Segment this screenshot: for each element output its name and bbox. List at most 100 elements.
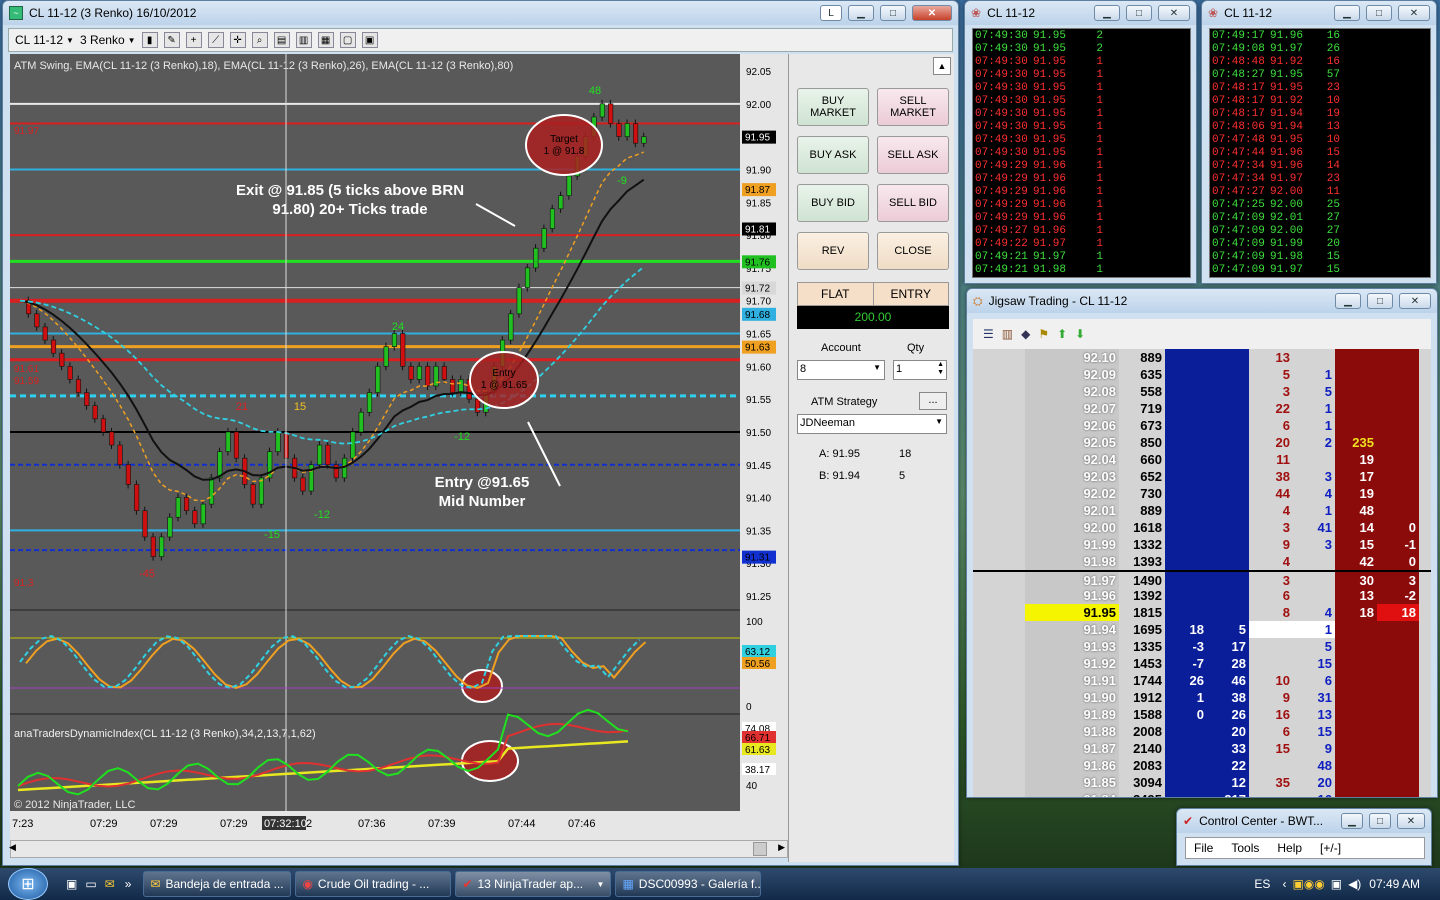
ladder-row[interactable]: 91.98 1393 4 42 0 bbox=[973, 553, 1431, 570]
ladder-cell-s2[interactable]: 48 bbox=[1293, 757, 1335, 774]
ladder-cell-s1[interactable]: 44 bbox=[1249, 485, 1293, 502]
ladder-cell-bb[interactable] bbox=[1165, 519, 1207, 536]
price-bar[interactable] bbox=[208, 477, 215, 505]
ladder-row[interactable]: 91.93 1335 -3 17 5 bbox=[973, 638, 1431, 655]
ladder-cell-s2[interactable]: 15 bbox=[1293, 655, 1335, 672]
price-bar[interactable] bbox=[350, 431, 356, 459]
atm-strategy-select[interactable]: JDNeeman ▼ bbox=[797, 414, 947, 434]
ladder-cell-bs[interactable]: 22 bbox=[1207, 757, 1249, 774]
ladder-cell-bb[interactable]: 0 bbox=[1165, 706, 1207, 723]
ladder-cell-v[interactable]: 1490 bbox=[1119, 572, 1165, 588]
ladder-cell-s2[interactable] bbox=[1293, 553, 1335, 570]
ladder-cell-bs[interactable] bbox=[1207, 434, 1249, 451]
price-bar[interactable] bbox=[142, 510, 148, 538]
ladder-cell-v[interactable]: 3094 bbox=[1119, 774, 1165, 791]
price-bar[interactable] bbox=[325, 444, 331, 466]
ladder-cell-blank[interactable] bbox=[973, 485, 1025, 502]
ladder-cell-v[interactable]: 660 bbox=[1119, 451, 1165, 468]
ladder-cell-a1[interactable] bbox=[1335, 655, 1377, 672]
ladder-cell-a2[interactable] bbox=[1377, 723, 1419, 740]
ladder-cell-bs[interactable] bbox=[1207, 468, 1249, 485]
ladder-cell-v[interactable]: 1332 bbox=[1119, 536, 1165, 553]
ladder-cell-bb[interactable] bbox=[1165, 553, 1207, 570]
ts-right-list[interactable]: 07:49:17 91.96 16 07:49:08 91.97 26 07:48:48 91… bbox=[1209, 28, 1431, 278]
price-bar[interactable] bbox=[633, 123, 639, 144]
ladder-row[interactable]: 91.99 1332 9 3 15 -1 bbox=[973, 536, 1431, 553]
close-window-button[interactable]: ✕ bbox=[1397, 813, 1425, 829]
price-bar[interactable] bbox=[258, 477, 264, 505]
ladder-cell-s2[interactable] bbox=[1293, 349, 1335, 366]
ladder-cell-v[interactable]: 719 bbox=[1119, 400, 1165, 417]
ladder-cell-s2[interactable]: 1 bbox=[1293, 400, 1335, 417]
ladder-cell-p[interactable]: 91.93 bbox=[1025, 638, 1119, 655]
ladder-cell-a1[interactable] bbox=[1335, 706, 1377, 723]
ladder-cell-s1[interactable]: 13 bbox=[1249, 349, 1293, 366]
ladder-row[interactable]: 91.94 1695 18 5 1 bbox=[973, 621, 1431, 638]
price-bar[interactable] bbox=[508, 313, 514, 341]
ladder-cell-bb[interactable] bbox=[1165, 502, 1207, 519]
ladder-cell-s2[interactable]: 1 bbox=[1293, 417, 1335, 434]
price-bar[interactable] bbox=[100, 418, 106, 433]
ladder-cell-bb[interactable] bbox=[1165, 451, 1207, 468]
ladder-cell-v[interactable]: 889 bbox=[1119, 502, 1165, 519]
ladder-row[interactable]: 91.843495 217 16 bbox=[973, 791, 1431, 797]
maximize-button[interactable]: □ bbox=[1367, 293, 1393, 309]
ladder-cell-v[interactable]: 1744 bbox=[1119, 672, 1165, 689]
ladder-cell-s1[interactable] bbox=[1249, 757, 1293, 774]
ladder-cell-p[interactable]: 91.98 bbox=[1025, 553, 1119, 570]
ladder-cell-a1[interactable] bbox=[1335, 791, 1377, 797]
ladder-cell-s1[interactable]: 10 bbox=[1249, 672, 1293, 689]
ladder-cell-s1[interactable]: 8 bbox=[1249, 604, 1293, 621]
ladder-cell-s2[interactable]: 9 bbox=[1293, 740, 1335, 757]
menu-help[interactable]: Help bbox=[1277, 841, 1302, 855]
ladder-cell-bs[interactable] bbox=[1207, 366, 1249, 383]
ladder-row[interactable]: 91.89 1588 0 26 16 13 bbox=[973, 706, 1431, 723]
scroll-left-icon[interactable]: ◀ bbox=[9, 842, 16, 853]
ladder-cell-a1[interactable]: 235 bbox=[1335, 434, 1377, 451]
price-bar[interactable] bbox=[150, 536, 156, 557]
ladder-cell-bb[interactable]: -3 bbox=[1165, 638, 1207, 655]
chart-titlebar[interactable]: ~ CL 11-12 (3 Renko) 16/10/2012 L ▁ □ ✕ bbox=[3, 1, 958, 25]
price-bar[interactable] bbox=[84, 392, 90, 406]
ladder-cell-p[interactable]: 92.05 bbox=[1025, 434, 1119, 451]
ladder-cell-bs[interactable] bbox=[1207, 572, 1249, 587]
ladder-cell-p[interactable]: 91.89 bbox=[1025, 706, 1119, 723]
ladder-cell-s1[interactable]: 38 bbox=[1249, 468, 1293, 485]
ladder-cell-blank[interactable] bbox=[973, 706, 1025, 723]
ladder-cell-blank[interactable] bbox=[973, 774, 1025, 791]
ladder-cell-s2[interactable]: 41 bbox=[1293, 519, 1335, 536]
ladder-cell-bs[interactable] bbox=[1207, 553, 1249, 570]
price-bar[interactable] bbox=[159, 536, 165, 557]
ladder-cell-blank[interactable] bbox=[973, 502, 1025, 519]
ladder-cell-s1[interactable] bbox=[1249, 638, 1293, 655]
taskbar-item-chrome[interactable]: ◉ Crude Oil trading - ... bbox=[295, 871, 452, 897]
ladder-cell-p[interactable]: 91.95 bbox=[1025, 604, 1119, 621]
maximize-button[interactable]: □ bbox=[1126, 5, 1152, 21]
broom-icon[interactable]: ⚑ bbox=[1038, 327, 1049, 341]
ladder-cell-bs[interactable]: 17 bbox=[1207, 638, 1249, 655]
price-bar[interactable] bbox=[450, 379, 456, 393]
ladder-cell-blank[interactable] bbox=[973, 536, 1025, 553]
ts-right-titlebar[interactable]: ❀ CL 11-12 ▁ □ ✕ bbox=[1202, 1, 1436, 25]
ladder-cell-bs[interactable] bbox=[1207, 587, 1249, 604]
ladder-cell-p[interactable]: 92.09 bbox=[1025, 366, 1119, 383]
ladder-row[interactable]: 92.06 673 6 1 bbox=[973, 417, 1431, 434]
order-panel-icon[interactable]: ▣ bbox=[361, 32, 378, 48]
ladder-cell-blank[interactable] bbox=[973, 451, 1025, 468]
link-button[interactable]: L bbox=[820, 5, 842, 21]
ladder-cell-p[interactable]: 91.96 bbox=[1025, 587, 1119, 604]
clock[interactable]: 07:49 AM bbox=[1369, 877, 1420, 891]
ladder-cell-blank[interactable] bbox=[973, 468, 1025, 485]
ladder-cell-s2[interactable]: 13 bbox=[1293, 706, 1335, 723]
reverse-button[interactable]: REV bbox=[797, 232, 869, 270]
buy-ask-button[interactable]: BUY ASK bbox=[797, 136, 869, 174]
ladder-cell-a1[interactable]: 13 bbox=[1335, 587, 1377, 604]
sell-ask-button[interactable]: SELL ASK bbox=[877, 136, 949, 174]
ladder-row[interactable]: 91.91 1744 26 46 10 6 bbox=[973, 672, 1431, 689]
price-bar[interactable] bbox=[109, 431, 115, 446]
ladder-row[interactable]: 92.10 889 13 bbox=[973, 349, 1431, 366]
ladder-cell-a2[interactable] bbox=[1377, 791, 1419, 797]
price-bar[interactable] bbox=[516, 287, 522, 315]
ladder-row[interactable]: 91.88 2008 20 6 15 bbox=[973, 723, 1431, 740]
ladder-cell-bb[interactable] bbox=[1165, 383, 1207, 400]
